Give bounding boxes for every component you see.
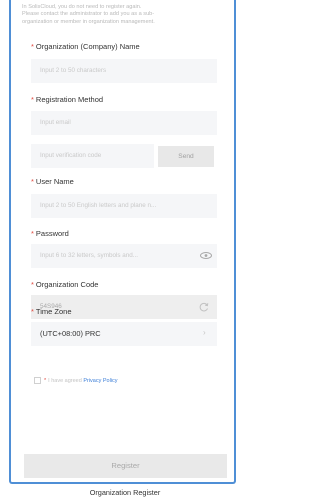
verification-placeholder: Input verification code (40, 152, 102, 159)
user-name-input[interactable]: Input 2 to 50 English letters and plane … (31, 194, 217, 218)
org-name-label: * Organization (Company) Name (31, 42, 140, 51)
figure-caption: Organization Register (89, 488, 161, 497)
required-mark: * (31, 229, 34, 238)
org-name-label-text: Organization (Company) Name (35, 42, 140, 51)
user-name-placeholder: Input 2 to 50 English letters and plane … (40, 202, 157, 209)
time-zone-select[interactable]: (UTC+08:00) PRC (31, 322, 217, 346)
org-name-placeholder: Input 2 to 50 characters (40, 67, 107, 74)
time-zone-label: * Time Zone (31, 307, 72, 316)
user-name-label-text: User Name (35, 177, 74, 186)
notice-line-3: organization or member in organization m… (22, 18, 155, 25)
send-code-button[interactable]: Send (158, 146, 214, 167)
required-mark: * (31, 42, 34, 51)
email-placeholder: Input email (40, 119, 71, 126)
password-placeholder: Input 6 to 32 letters, symbols and... (40, 252, 139, 259)
notice-line-2: Please contact the administrator to add … (22, 11, 155, 18)
eye-icon[interactable] (200, 252, 212, 259)
required-mark: * (31, 280, 34, 289)
required-mark: * (31, 307, 34, 316)
time-zone-label-text: Time Zone (35, 307, 72, 316)
required-mark: * (31, 95, 34, 104)
password-input[interactable]: Input 6 to 32 letters, symbols and... (31, 244, 217, 268)
org-code-label: * Organization Code (31, 280, 98, 289)
chevron-right-icon: › (203, 328, 206, 337)
verification-code-input[interactable]: Input verification code (31, 144, 154, 168)
register-button[interactable]: Register (24, 454, 227, 478)
agreement-row: * I have agreed Privacy Policy (34, 377, 118, 384)
org-code-label-text: Organization Code (35, 280, 99, 289)
refresh-icon[interactable] (199, 302, 209, 312)
agreement-text: I have agreed (48, 377, 82, 384)
notice-text: In SolisCloud, you do not need to regist… (22, 4, 222, 26)
reg-method-label-text: Registration Method (35, 95, 104, 104)
notice-line-1: In SolisCloud, you do not need to regist… (22, 4, 142, 10)
user-name-label: * User Name (31, 177, 74, 186)
password-label: * Password (31, 229, 69, 238)
email-input[interactable]: Input email (31, 111, 217, 135)
org-name-input[interactable]: Input 2 to 50 characters (31, 59, 217, 83)
privacy-policy-link[interactable]: Privacy Policy (83, 378, 117, 384)
required-mark: * (44, 377, 47, 384)
reg-method-label: * Registration Method (31, 95, 103, 104)
required-mark: * (31, 177, 34, 186)
password-label-text: Password (35, 229, 69, 238)
agreement-checkbox[interactable] (34, 377, 41, 384)
